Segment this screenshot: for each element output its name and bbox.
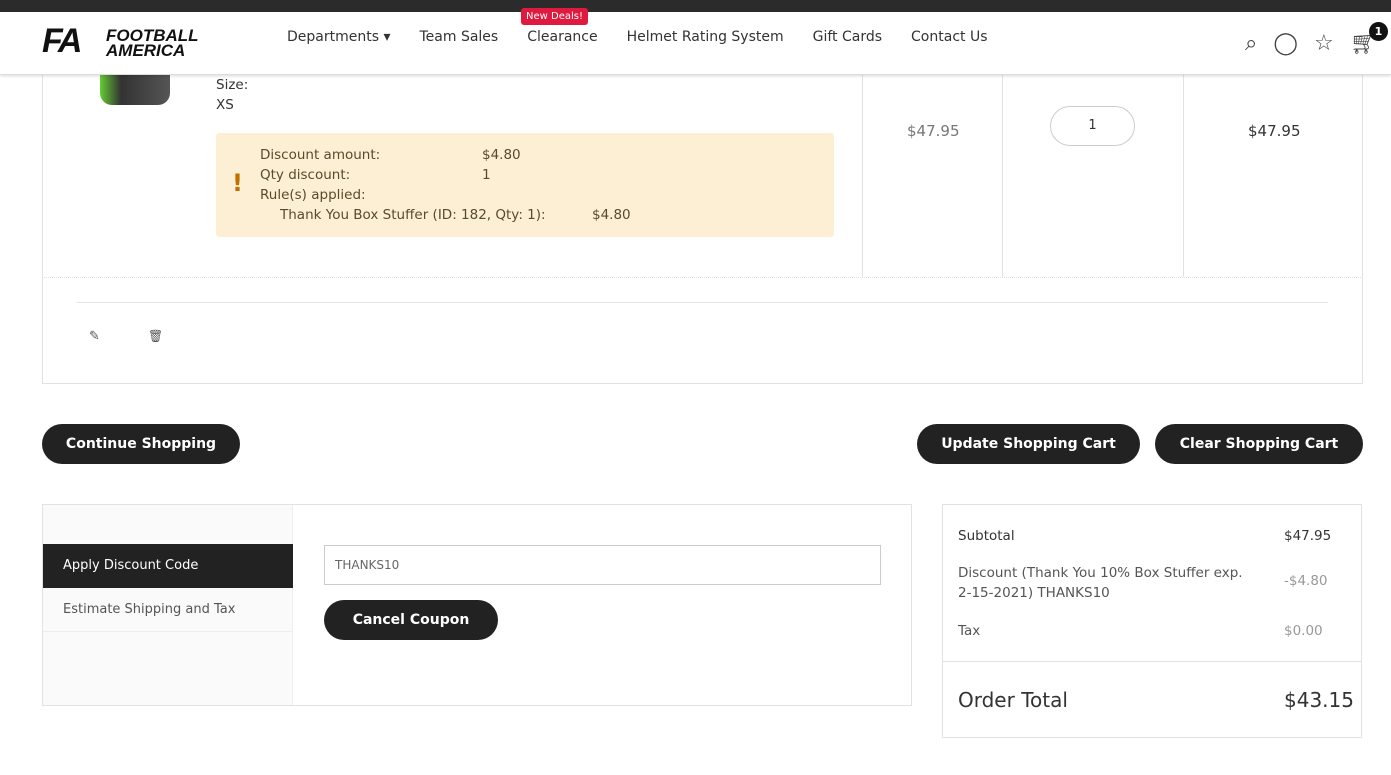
continue-shopping-button[interactable]: Continue Shopping [42, 424, 240, 464]
wishlist-star-icon[interactable]: ☆ [1314, 31, 1334, 56]
search-icon[interactable]: ⌕ [1245, 31, 1257, 56]
discount-value: -$4.80 [1284, 573, 1328, 589]
nav-departments[interactable]: Departments ▾ [287, 29, 391, 45]
nav-contact-us[interactable]: Contact Us [911, 29, 987, 45]
warning-icon: ! [232, 169, 243, 197]
delete-trash-icon[interactable]: 🗑︎ [148, 329, 163, 343]
coupon-input[interactable]: THANKS10 [324, 545, 881, 585]
main-nav: Departments ▾ Team Sales Clearance Helme… [287, 29, 988, 45]
discount-notice: ! Discount amount: $4.80 Qty discount: 1… [216, 133, 834, 237]
tab-apply-discount[interactable]: Apply Discount Code [43, 544, 293, 588]
order-total-value: $43.15 [1284, 688, 1354, 712]
nav-gift-cards[interactable]: Gift Cards [813, 29, 882, 45]
new-deals-badge: New Deals! [521, 8, 588, 25]
subtotal-value: $47.95 [1284, 528, 1332, 544]
quantity-input[interactable]: 1 [1050, 106, 1135, 146]
tab-estimate-shipping[interactable]: Estimate Shipping and Tax [43, 588, 293, 632]
product-image[interactable] [100, 75, 170, 105]
update-cart-button[interactable]: Update Shopping Cart [917, 424, 1140, 464]
unit-price: $47.95 [907, 122, 960, 140]
browser-bar [0, 0, 1391, 12]
size-value: XS [216, 97, 234, 113]
site-header: FA FOOTBALL AMERICA New Deals! Department… [0, 8, 1391, 75]
account-icon[interactable]: ◯ [1273, 31, 1298, 56]
nav-helmet-rating[interactable]: Helmet Rating System [627, 29, 784, 45]
clear-cart-button[interactable]: Clear Shopping Cart [1155, 424, 1363, 464]
edit-pencil-icon[interactable]: ✎ [89, 329, 100, 344]
cancel-coupon-button[interactable]: Cancel Coupon [324, 600, 498, 640]
tax-value: $0.00 [1284, 623, 1323, 639]
nav-team-sales[interactable]: Team Sales [420, 29, 499, 45]
cart-count-badge: 1 [1369, 22, 1388, 41]
item-subtotal: $47.95 [1248, 122, 1301, 140]
nav-clearance[interactable]: Clearance [527, 29, 597, 45]
